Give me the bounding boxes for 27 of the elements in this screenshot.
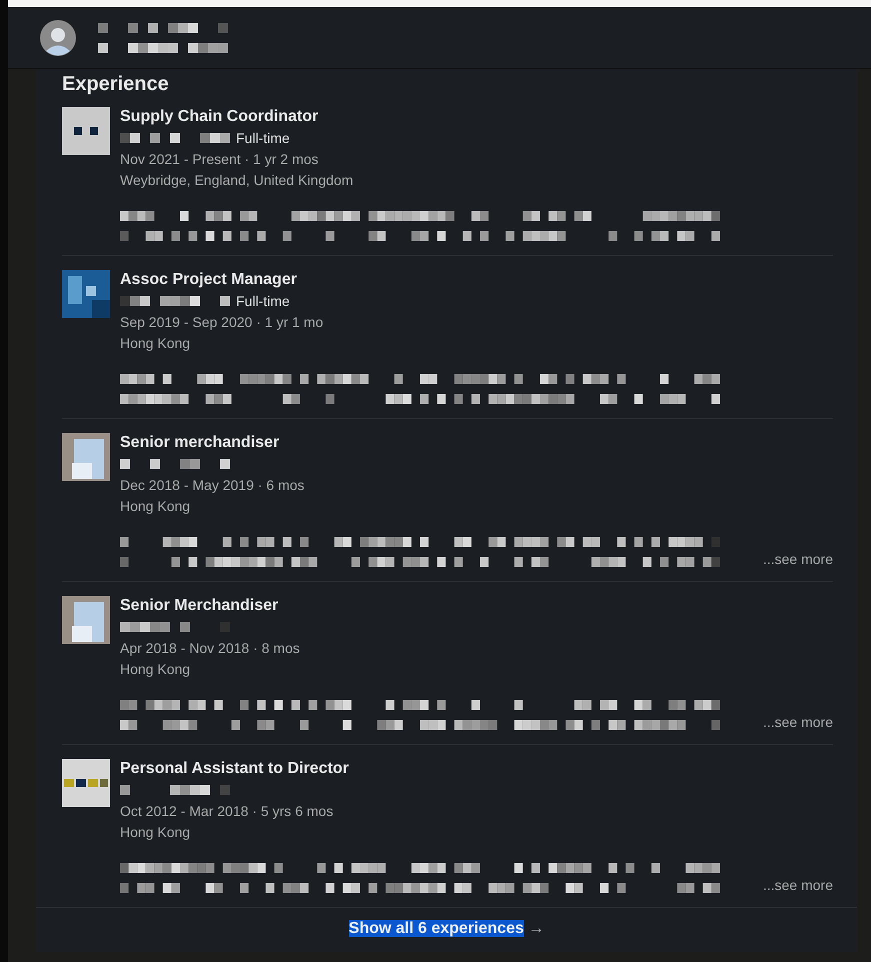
see-more-link[interactable]: ...see more (762, 714, 833, 730)
job-title: Assoc Project Manager (120, 270, 298, 290)
job-title: Supply Chain Coordinator (120, 107, 320, 127)
company-logo-icon (62, 107, 110, 155)
job-title: Senior Merchandiser (120, 596, 280, 616)
date-range: Dec 2018 - May 2019 · 6 mos (120, 476, 306, 495)
date-range: Oct 2012 - Mar 2018 · 5 yrs 6 mos (120, 802, 334, 821)
location: Hong Kong (120, 497, 192, 516)
location: Hong Kong (120, 823, 192, 842)
location: Hong Kong (120, 660, 192, 679)
location: Hong Kong (120, 334, 192, 353)
employment-type: Full-time (236, 130, 290, 146)
job-title: Personal Assistant to Director (120, 759, 350, 779)
company-logo-icon (62, 759, 110, 807)
date-range: Sep 2019 - Sep 2020 · 1 yr 1 mo (120, 313, 324, 332)
company-logo-icon (62, 270, 110, 318)
company-logo-icon (62, 433, 110, 481)
job-title: Senior merchandiser (120, 433, 280, 453)
date-range: Apr 2018 - Nov 2018 · 8 mos (120, 639, 301, 658)
employment-type: Full-time (236, 293, 290, 309)
see-more-link[interactable]: ...see more (762, 551, 833, 567)
date-range: Nov 2021 - Present · 1 yr 2 mos (120, 150, 320, 169)
see-more-link[interactable]: ...see more (762, 877, 833, 893)
avatar (40, 20, 76, 56)
section-title: Experience (62, 73, 170, 96)
location: Weybridge, England, United Kingdom (120, 171, 354, 190)
company-logo-icon (62, 596, 110, 644)
